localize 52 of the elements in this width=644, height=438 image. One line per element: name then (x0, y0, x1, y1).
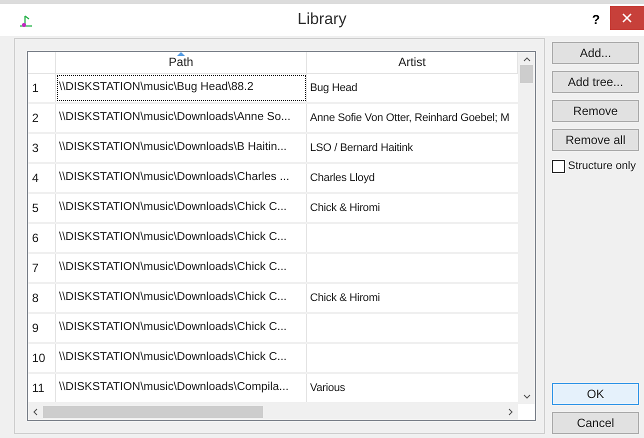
row-number: 10 (28, 344, 56, 372)
table-cell[interactable]: \\DISKSTATION\music\Downloads\Chick C... (56, 254, 307, 282)
table-cell[interactable]: \\DISKSTATION\music\Downloads\Anne So... (56, 104, 307, 132)
row-number: 3 (28, 134, 56, 162)
table-cell[interactable]: \\DISKSTATION\music\Downloads\Chick C... (56, 194, 307, 222)
table-cell[interactable]: Chick & Hiromi (307, 194, 518, 222)
button[interactable]: Add... (552, 42, 639, 64)
checkbox-label: Structure only (568, 159, 636, 174)
close-icon (622, 13, 632, 23)
button[interactable]: Remove all (552, 129, 639, 151)
table-cell[interactable]: Charles Lloyd (307, 164, 518, 192)
table-cell[interactable]: Chick & Hiromi (307, 284, 518, 312)
row-number: 6 (28, 224, 56, 252)
table-cell[interactable]: Bug Head (307, 74, 518, 102)
column-header[interactable]: Path (56, 52, 307, 73)
table-cell[interactable]: \\DISKSTATION\music\Downloads\Compila... (56, 374, 307, 402)
sort-arrow-icon (177, 52, 185, 56)
chevron-right-icon (508, 408, 513, 416)
button[interactable]: Remove (552, 100, 639, 122)
table-cell[interactable]: \\DISKSTATION\music\Downloads\Chick C... (56, 284, 307, 312)
scroll-thumb[interactable] (43, 406, 263, 418)
window-title: Library (298, 10, 346, 30)
dialog-button[interactable]: OK (552, 383, 639, 405)
table-cell[interactable]: \\DISKSTATION\music\Downloads\Chick C... (56, 314, 307, 342)
table-cell[interactable]: Anne Sofie Von Otter, Reinhard Goebel; M (307, 104, 518, 132)
vertical-scrollbar[interactable] (518, 52, 535, 404)
help-button[interactable]: ? (592, 10, 600, 30)
table-cell[interactable]: \\DISKSTATION\music\Downloads\Chick C... (56, 344, 307, 372)
row-number: 7 (28, 254, 56, 282)
checkbox[interactable] (552, 160, 565, 173)
scroll-thumb[interactable] (520, 65, 533, 83)
row-number: 11 (28, 374, 56, 402)
chevron-down-icon (522, 394, 530, 399)
table-cell[interactable]: Various (307, 374, 518, 402)
row-number: 1 (28, 74, 56, 102)
row-number: 4 (28, 164, 56, 192)
row-number: 9 (28, 314, 56, 342)
table-cell[interactable]: \\DISKSTATION\music\Downloads\B Haitin... (56, 134, 307, 162)
horizontal-scrollbar[interactable] (28, 404, 518, 420)
dialog-button[interactable]: Cancel (552, 412, 639, 434)
row-number: 2 (28, 104, 56, 132)
row-number: 8 (28, 284, 56, 312)
chevron-up-icon (522, 57, 530, 62)
table-cell[interactable]: \\DISKSTATION\music\Downloads\Chick C... (56, 224, 307, 252)
music-note-icon (18, 13, 34, 29)
button[interactable]: Add tree... (552, 71, 639, 93)
close-button[interactable] (610, 6, 644, 30)
table-cell[interactable]: \\DISKSTATION\music\Bug Head\88.2 (56, 74, 307, 102)
row-number: 5 (28, 194, 56, 222)
chevron-left-icon (33, 408, 38, 416)
table-cell[interactable]: \\DISKSTATION\music\Downloads\Charles ... (56, 164, 307, 192)
table-cell[interactable]: LSO / Bernard Haitink (307, 134, 518, 162)
